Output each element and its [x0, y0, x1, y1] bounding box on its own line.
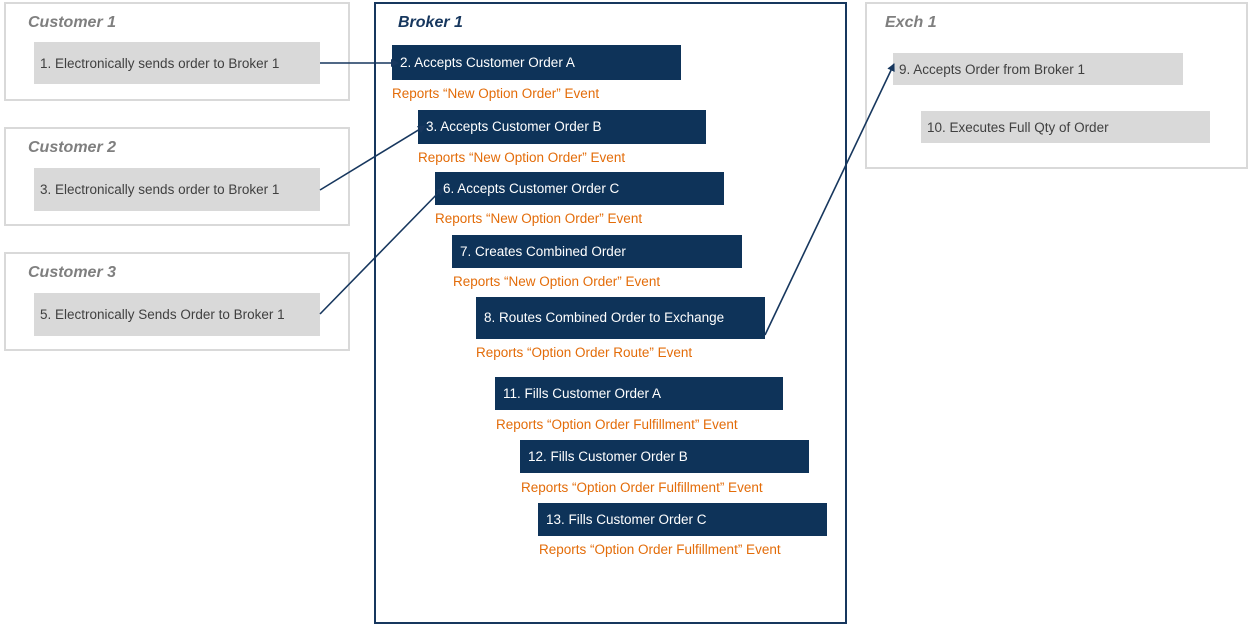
arrow-c2-to-step3 — [319, 125, 426, 191]
arrow-step8-to-exch — [764, 63, 895, 336]
arrow-c3-to-step6 — [319, 187, 444, 315]
connector-arrows — [319, 59, 895, 336]
